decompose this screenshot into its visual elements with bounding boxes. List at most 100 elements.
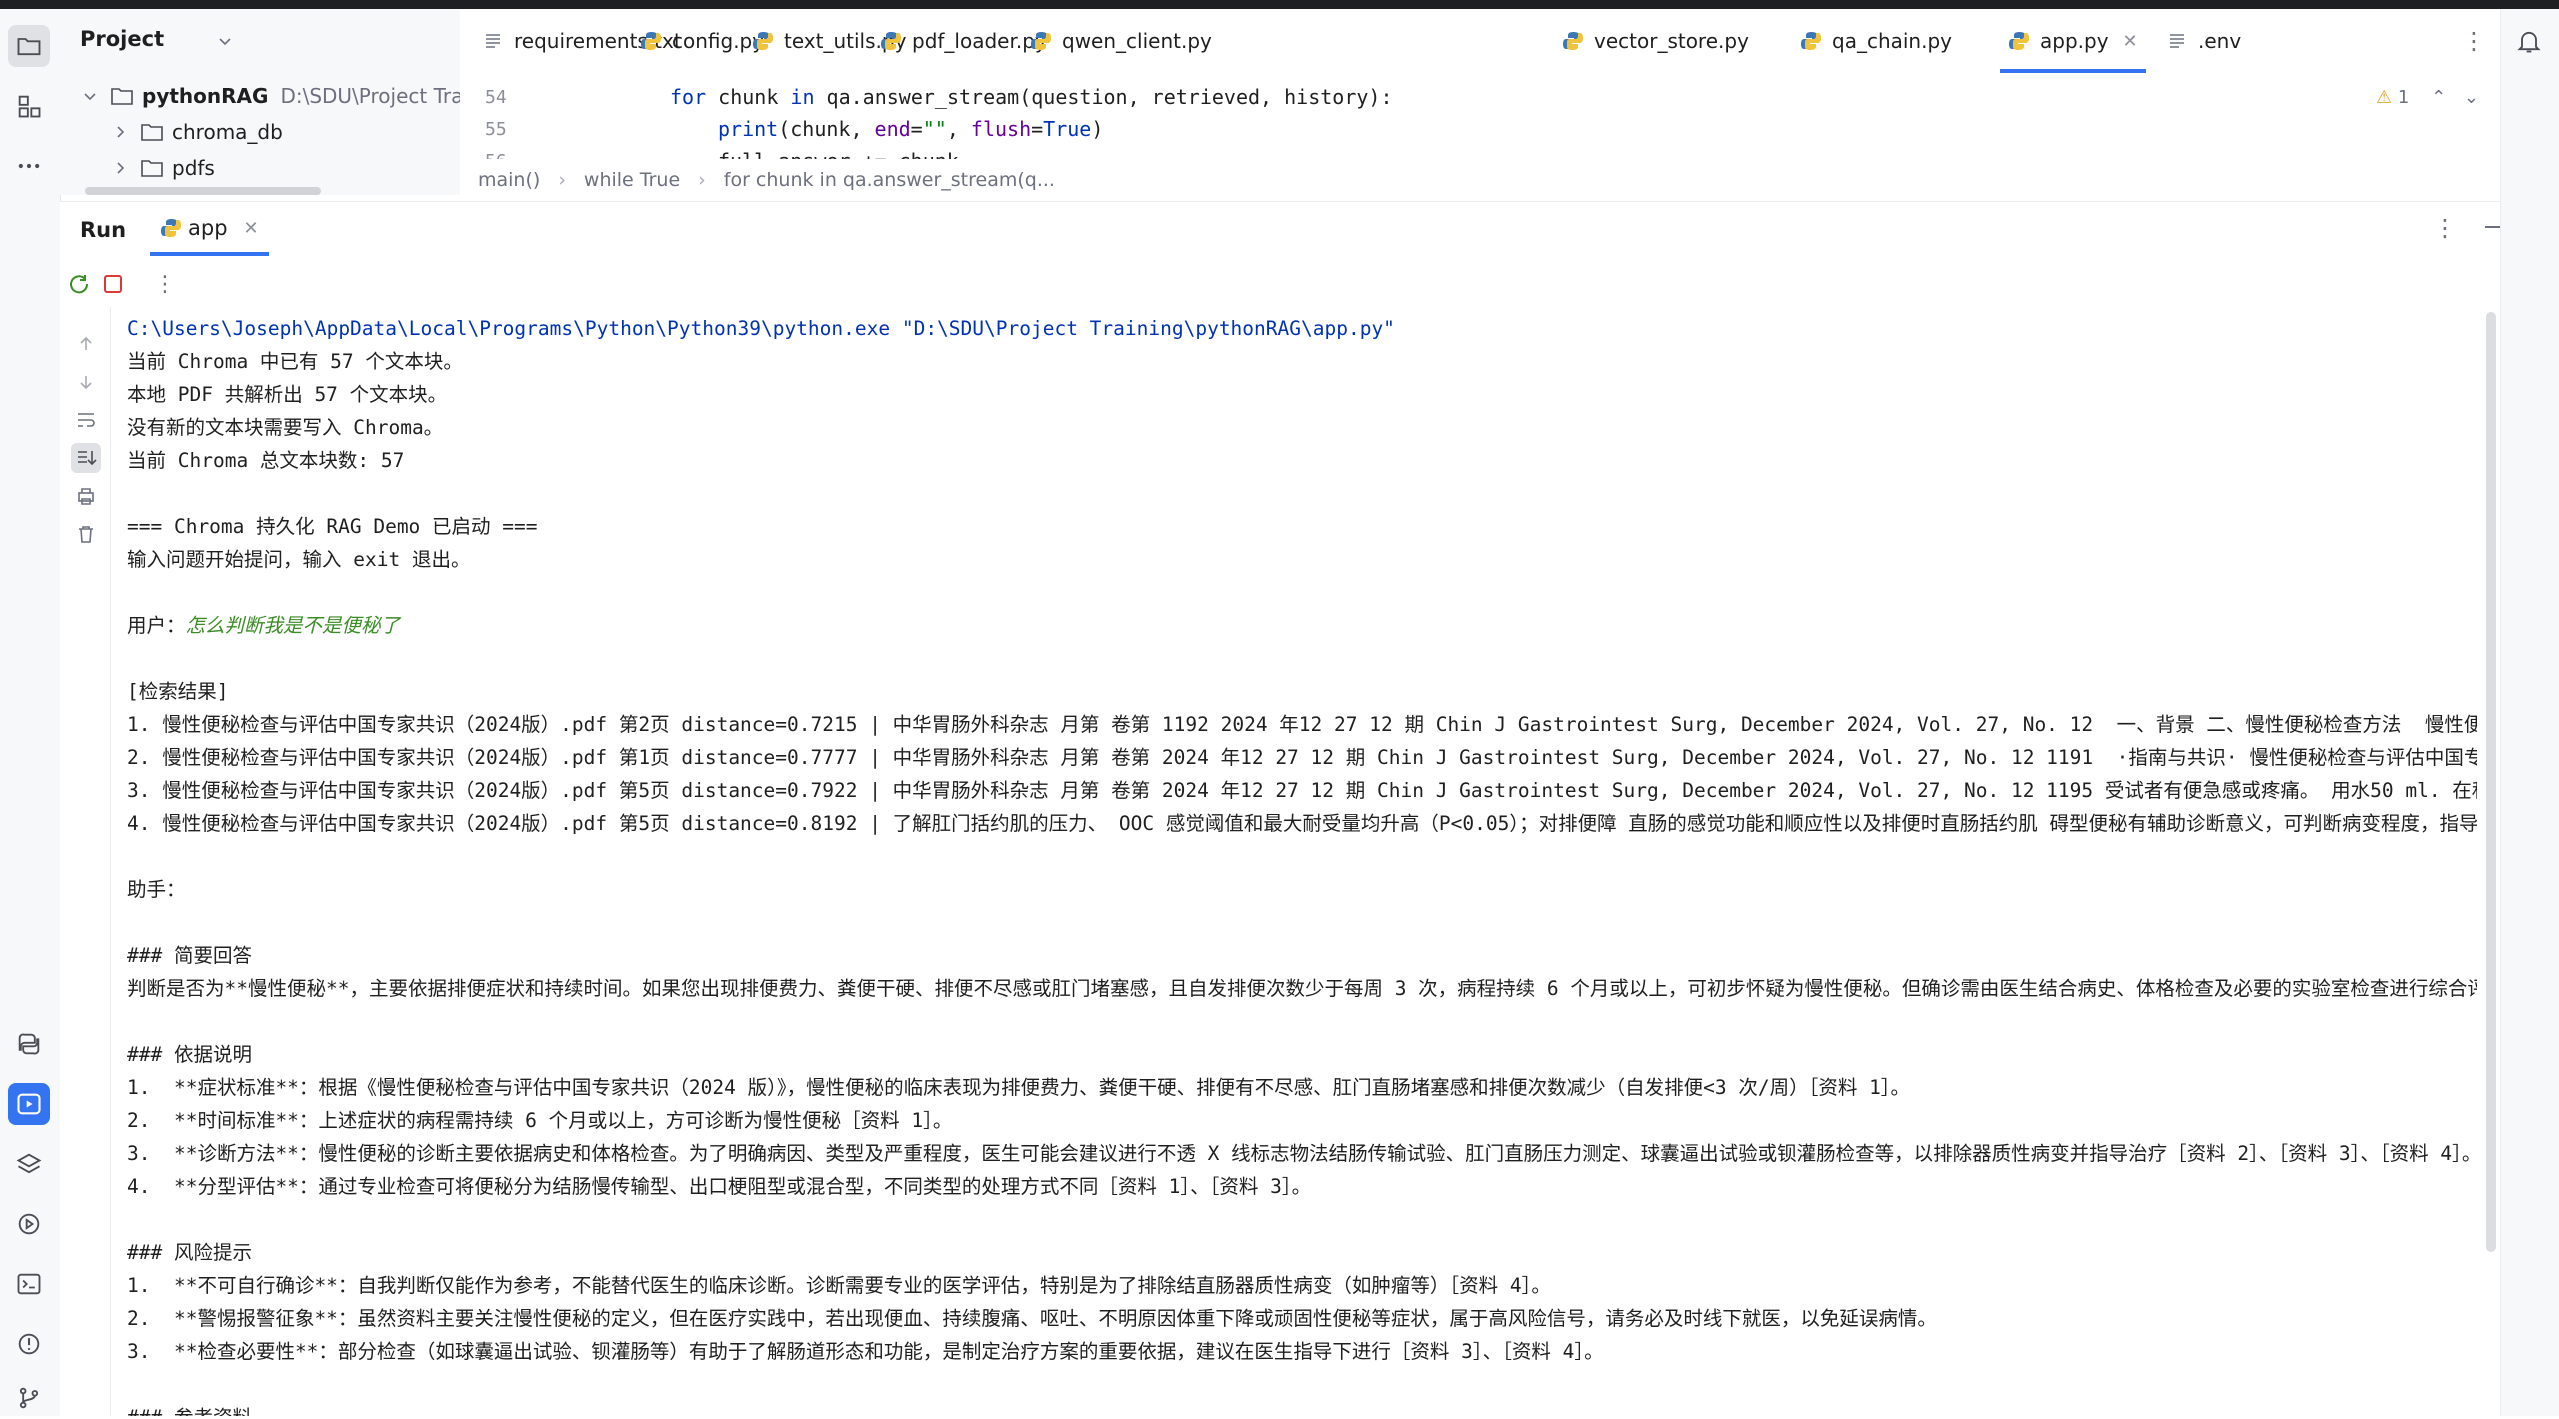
console-line: 2. 慢性便秘检查与评估中国专家共识（2024版）.pdf 第1页 distan…	[127, 746, 2477, 769]
project-panel-header: Project	[60, 9, 460, 73]
console-line: [检索结果]	[127, 680, 229, 703]
tab-env[interactable]: .env	[2166, 9, 2241, 73]
text-file-icon	[486, 34, 500, 48]
console-line: 2. **时间标准**：上述症状的病程需持续 6 个月或以上，方可诊断为慢性便秘…	[127, 1109, 953, 1132]
line-number: 55	[485, 119, 507, 140]
chevron-down-icon[interactable]	[80, 89, 100, 103]
console-line: 3. 慢性便秘检查与评估中国专家共识（2024版）.pdf 第5页 distan…	[127, 779, 2477, 802]
console-line: === Chroma 持久化 RAG Demo 已启动 ===	[127, 515, 538, 538]
breadcrumb-item[interactable]: while True	[584, 169, 680, 191]
console-line: 1. 慢性便秘检查与评估中国专家共识（2024版）.pdf 第2页 distan…	[127, 713, 2477, 736]
console-line: 3. **诊断方法**：慢性便秘的诊断主要依据病史和体格检查。为了明确病因、类型…	[127, 1142, 2477, 1165]
python-icon	[1801, 32, 1821, 50]
tree-item-pythonrag[interactable]: pythonRAG D:\SDU\Project Traini	[80, 79, 460, 113]
python-icon	[753, 32, 773, 50]
print-icon[interactable]	[71, 481, 101, 511]
trash-icon[interactable]	[71, 519, 101, 549]
close-icon[interactable]: ✕	[244, 218, 259, 239]
breadcrumb-item[interactable]: for chunk in qa.answer_stream(q...	[724, 169, 1055, 191]
tab-label: vector_store.py	[1594, 29, 1749, 53]
chevron-down-icon[interactable]	[218, 29, 232, 53]
chevron-right-icon: ›	[698, 169, 706, 191]
git-icon[interactable]	[8, 1377, 50, 1419]
tab-qa-chain-py[interactable]: qa_chain.py	[1800, 9, 1952, 73]
more-options-icon[interactable]: ⋮	[2433, 214, 2457, 242]
close-icon[interactable]: ✕	[2123, 31, 2138, 52]
console-output[interactable]: C:\Users\Joseph\AppData\Local\Programs\P…	[127, 312, 2477, 1416]
text-file-icon	[2170, 34, 2184, 48]
tab-pdf-loader-py[interactable]: pdf_loader.py	[880, 9, 1047, 73]
console-line: ### 简要回答	[127, 944, 252, 967]
terminal-icon[interactable]	[8, 1263, 50, 1305]
tree-item-label: chroma_db	[172, 120, 283, 144]
run-icon[interactable]	[8, 1083, 50, 1125]
console-line: ### 依据说明	[127, 1043, 252, 1066]
window-top-strip	[0, 0, 2559, 9]
warning-indicator[interactable]: ⚠ 1 ⌃ ⌄	[2376, 87, 2479, 108]
project-folder-icon[interactable]	[8, 25, 50, 67]
problems-icon[interactable]	[8, 1323, 50, 1365]
breadcrumb-item[interactable]: main()	[478, 169, 540, 191]
more-tabs-icon[interactable]: ⋮	[2462, 9, 2486, 73]
python-icon	[1563, 32, 1583, 50]
tab-label: qwen_client.py	[1062, 29, 1212, 53]
more-actions-icon[interactable]: ⋮	[150, 269, 180, 299]
tab-app-py[interactable]: app.py ✕	[2000, 9, 2146, 73]
arrow-up-icon[interactable]	[71, 329, 101, 359]
warning-icon: ⚠	[2376, 87, 2393, 108]
python-icon	[881, 32, 901, 50]
rerun-icon[interactable]	[64, 269, 94, 299]
run-tab-app[interactable]: app ✕	[150, 216, 269, 256]
services-icon[interactable]	[8, 1203, 50, 1245]
console-line: 助手：	[127, 878, 186, 901]
tree-item-pdfs[interactable]: pdfs	[110, 151, 215, 185]
python-icon	[2009, 32, 2029, 50]
notifications-icon[interactable]	[2515, 27, 2543, 60]
console-line: 3. **检查必要性**：部分检查（如球囊逼出试验、钡灌肠等）有助于了解肠道形态…	[127, 1340, 1604, 1363]
activity-bar	[0, 9, 61, 1416]
console-line: 当前 Chroma 中已有 57 个文本块。	[127, 350, 463, 373]
more-tools-icon[interactable]	[8, 145, 50, 187]
folder-icon	[111, 88, 133, 105]
tab-vector-store-py[interactable]: vector_store.py	[1562, 9, 1749, 73]
chevron-down-icon[interactable]: ⌄	[2464, 87, 2479, 108]
console-scrollbar[interactable]	[2486, 312, 2496, 1252]
tree-item-path: D:\SDU\Project Traini	[280, 84, 460, 108]
project-tree-scrollbar[interactable]	[85, 187, 321, 195]
python-console-icon[interactable]	[8, 1023, 50, 1065]
soft-wrap-icon[interactable]	[71, 405, 101, 435]
python-icon	[1031, 32, 1051, 50]
right-tool-strip	[2500, 9, 2559, 1416]
console-line: 输入问题开始提问，输入 exit 退出。	[127, 548, 471, 571]
console-line: 1. **不可自行确诊**：自我判断仅能作为参考，不能替代医生的临床诊断。诊断需…	[127, 1274, 1551, 1297]
chevron-right-icon[interactable]	[110, 125, 130, 139]
tree-item-chroma-db[interactable]: chroma_db	[110, 115, 283, 149]
layers-icon[interactable]	[8, 1143, 50, 1185]
chevron-up-icon[interactable]: ⌃	[2431, 87, 2446, 108]
code-line: print(chunk, end="", flush=True)	[718, 117, 1104, 141]
scroll-to-end-icon[interactable]	[71, 443, 101, 473]
code-editor[interactable]: 54 55 56 for chunk in qa.answer_stream(q…	[460, 73, 2559, 159]
arrow-down-icon[interactable]	[71, 367, 101, 397]
folder-icon	[141, 160, 163, 177]
console-line: ### 风险提示	[127, 1241, 252, 1264]
tab-qwen-client-py[interactable]: qwen_client.py	[1030, 9, 1212, 73]
run-side-toolbar	[60, 307, 111, 1416]
chevron-right-icon[interactable]	[110, 161, 130, 175]
project-title[interactable]: Project	[80, 27, 164, 51]
console-line: 判断是否为**慢性便秘**，主要依据排便症状和持续时间。如果您出现排便费力、粪便…	[127, 977, 2477, 1000]
python-icon	[641, 32, 661, 50]
tab-config-py[interactable]: config.py	[640, 9, 764, 73]
run-toolbar: ⋮	[60, 261, 2559, 307]
tab-label: .env	[2198, 29, 2242, 53]
structure-icon[interactable]	[8, 85, 50, 127]
tab-label: app.py	[2040, 29, 2109, 53]
chevron-right-icon: ›	[558, 169, 566, 191]
folder-icon	[141, 124, 163, 141]
console-line: ### 参考资料	[127, 1401, 252, 1416]
breadcrumb: main() › while True › for chunk in qa.an…	[460, 159, 2559, 202]
console-line: 当前 Chroma 总文本块数: 57	[127, 449, 405, 472]
console-line: 1. **症状标准**：根据《慢性便秘检查与评估中国专家共识（2024 版）》，…	[127, 1076, 1911, 1099]
stop-icon[interactable]	[98, 269, 128, 299]
run-tab-label: app	[188, 216, 228, 240]
